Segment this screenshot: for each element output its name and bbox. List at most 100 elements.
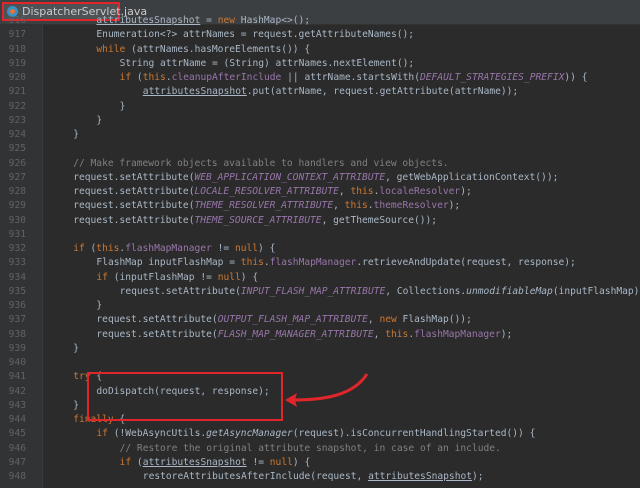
line-number: 935 — [8, 285, 26, 297]
code-token: (!WebAsyncUtils. — [113, 428, 207, 440]
code-token: } — [73, 129, 79, 140]
line-number: 918 — [8, 43, 26, 55]
code-text: if (!WebAsyncUtils.getAsyncManager(reque… — [96, 427, 535, 441]
code-line[interactable]: 927 request.setAttribute(WEB_APPLICATION_… — [0, 171, 640, 185]
code-token: WEB_APPLICATION_CONTEXT_ATTRIBUTE — [194, 171, 386, 183]
code-line[interactable]: 946 // Restore the original attribute sna… — [0, 442, 640, 456]
code-line[interactable]: 919 String attrName = (String) attrNames.… — [0, 57, 640, 71]
line-number: 923 — [8, 114, 26, 126]
code-line[interactable]: 923} — [0, 114, 640, 128]
code-token: cleanupAfterInclude — [171, 72, 282, 83]
code-text: Enumeration<?> attrNames = request.getAt… — [96, 28, 414, 42]
code-token: (inputFlashMap)); — [552, 285, 640, 297]
code-token: , getWebApplicationContext()); — [385, 171, 559, 183]
line-number: 924 — [8, 129, 26, 140]
code-text: attributesSnapshot.put(attrName, request… — [143, 85, 518, 99]
code-token: ); — [500, 328, 513, 340]
code-text: if (inputFlashMap != null) { — [96, 271, 258, 285]
pointer-arrow — [285, 373, 369, 407]
code-text: if (this.cleanupAfterInclude || attrName… — [120, 71, 588, 85]
code-token: LOCALE_RESOLVER_ATTRIBUTE — [194, 186, 339, 197]
code-line[interactable]: 932 if (this.flashMapManager != null) { — [0, 242, 640, 256]
code-text: if (this.flashMapManager != null) { — [73, 242, 275, 256]
line-number: 942 — [8, 385, 26, 397]
line-number: 917 — [8, 29, 26, 41]
code-line[interactable]: 920 if (this.cleanupAfterInclude || attrN… — [0, 71, 640, 85]
code-text: // Restore the original attribute snapsh… — [120, 442, 501, 456]
line-number: 944 — [8, 414, 26, 425]
code-line[interactable]: 924} — [0, 128, 640, 142]
code-line[interactable]: 940 — [0, 356, 640, 370]
code-line[interactable]: 918 while (attrNames.hasMoreElements()) { — [0, 43, 640, 57]
code-token: themeResolver — [373, 200, 449, 212]
code-token: DEFAULT_STRATEGIES_PREFIX — [419, 72, 565, 83]
code-line[interactable]: 936} — [0, 299, 640, 313]
code-text: FlashMap inputFlashMap = this.flashMapMa… — [96, 256, 575, 270]
code-text: request.setAttribute(FLASH_MAP_MANAGER_A… — [96, 328, 512, 342]
code-token: ) { — [292, 456, 311, 468]
code-token: .put(attrName, request.getAttribute(attr… — [246, 86, 519, 98]
code-line[interactable]: 945 if (!WebAsyncUtils.getAsyncManager(re… — [0, 427, 640, 441]
code-line[interactable]: 931 — [0, 228, 640, 242]
code-token: request.setAttribute( — [119, 285, 241, 297]
line-number: 920 — [8, 72, 26, 83]
code-text: request.setAttribute(THEME_SOURCE_ATTRIB… — [73, 214, 437, 228]
code-line[interactable]: 934 if (inputFlashMap != null) { — [0, 271, 640, 285]
code-line[interactable]: 929 request.setAttribute(THEME_RESOLVER_A… — [0, 199, 640, 213]
code-line[interactable]: 921 attributesSnapshot.put(attrName, requ… — [0, 85, 640, 99]
code-line[interactable]: 930 request.setAttribute(THEME_SOURCE_ATT… — [0, 214, 640, 228]
code-line[interactable]: 917 Enumeration<?> attrNames = request.ge… — [0, 28, 640, 42]
code-token: ); — [472, 471, 484, 482]
code-line[interactable]: 935 request.setAttribute(INPUT_FLASH_MAP_… — [0, 285, 640, 299]
code-token: , — [338, 186, 351, 197]
code-line[interactable]: 928 request.setAttribute(LOCALE_RESOLVER_… — [0, 185, 640, 199]
code-line[interactable]: 933 FlashMap inputFlashMap = this.flashMa… — [0, 256, 640, 270]
line-number: 947 — [8, 456, 26, 468]
code-text: } — [73, 399, 79, 413]
code-line[interactable]: 925 — [0, 142, 640, 156]
code-text: request.setAttribute(WEB_APPLICATION_CON… — [73, 171, 558, 185]
code-token: != — [246, 456, 270, 468]
code-token: } — [73, 399, 79, 411]
line-number: 948 — [8, 471, 26, 482]
line-number: 928 — [8, 186, 26, 197]
code-token: || attrName.startsWith( — [281, 72, 420, 83]
code-token: this — [344, 200, 368, 212]
code-line[interactable]: 937 request.setAttribute(OUTPUT_FLASH_MAP… — [0, 313, 640, 327]
code-token: String attrName = (String) attrNames.nex… — [119, 57, 415, 69]
code-token: ) { — [258, 243, 276, 254]
code-token: localeResolver — [379, 186, 461, 197]
code-line[interactable]: 922} — [0, 100, 640, 114]
code-token: , — [373, 328, 386, 340]
code-token: ); — [448, 200, 461, 212]
code-token: request.setAttribute( — [73, 171, 195, 183]
code-token: new — [217, 15, 241, 26]
code-token: null — [269, 456, 293, 468]
code-token: THEME_RESOLVER_ATTRIBUTE — [194, 200, 334, 212]
code-token: (inputFlashMap != — [113, 271, 218, 283]
code-line[interactable]: 926 // Make framework objects available t… — [0, 157, 640, 171]
code-token: attributesSnapshot — [368, 471, 473, 482]
code-line[interactable]: 916 attributesSnapshot = new HashMap<>(); — [0, 14, 640, 28]
code-text: // Make framework objects available to h… — [73, 157, 448, 171]
code-token: flashMapManager — [125, 243, 212, 254]
line-number: 938 — [8, 328, 26, 340]
line-number: 943 — [8, 399, 26, 411]
code-line[interactable]: 947 if (attributesSnapshot != null) { — [0, 456, 640, 470]
code-token: new — [379, 314, 403, 326]
code-token: getAsyncManager — [206, 428, 293, 440]
code-token: ); — [460, 186, 472, 197]
code-token: FlashMap inputFlashMap = — [96, 257, 241, 269]
code-token: attributesSnapshot — [96, 15, 201, 26]
code-token: this — [350, 186, 374, 197]
code-token: this — [385, 328, 409, 340]
code-token: unmodifiableMap — [466, 285, 553, 297]
line-number: 931 — [8, 228, 26, 240]
code-line[interactable]: 939} — [0, 342, 640, 356]
code-token: .retrieveAndUpdate(request, response); — [356, 257, 576, 269]
code-line[interactable]: 938 request.setAttribute(FLASH_MAP_MANAGE… — [0, 328, 640, 342]
code-text: while (attrNames.hasMoreElements()) { — [96, 43, 310, 57]
code-line[interactable]: 948 restoreAttributesAfterInclude(request… — [0, 470, 640, 484]
code-token: restoreAttributesAfterInclude(request, — [142, 471, 369, 482]
line-number: 916 — [8, 15, 26, 26]
